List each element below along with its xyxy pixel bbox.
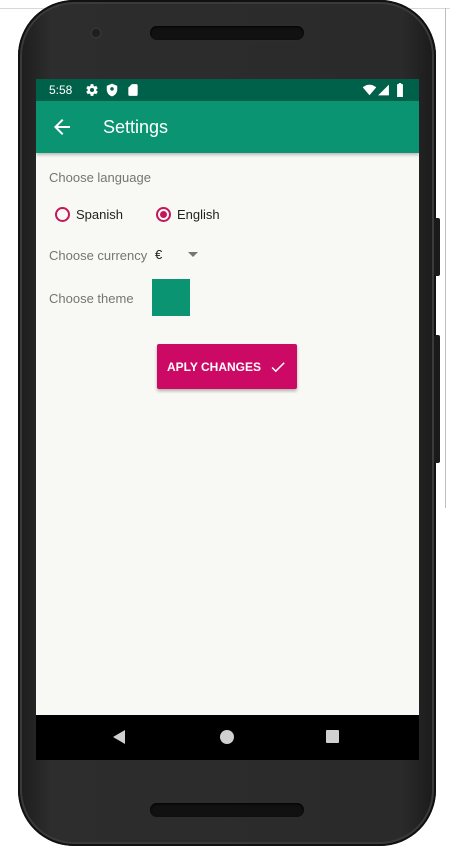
back-triangle-icon[interactable] [113, 730, 125, 744]
battery-icon [397, 83, 403, 97]
status-bar: 5:58 [36, 79, 419, 101]
top-speaker-grille [150, 26, 304, 40]
status-time: 5:58 [49, 83, 73, 97]
recents-square-icon[interactable] [326, 730, 339, 743]
apply-changes-label: APLY CHANGES [166, 359, 262, 374]
apply-changes-button[interactable]: APLY CHANGES [157, 344, 297, 389]
cell-signal-icon [378, 84, 389, 96]
bottom-speaker-grille [150, 803, 304, 817]
app-bar: Settings [36, 101, 419, 153]
device-screen: 5:58 Settings Choose language Spanish En… [36, 79, 419, 760]
radio-label-spanish: Spanish [76, 206, 123, 222]
front-camera [90, 27, 102, 39]
radio-button-unchecked[interactable] [55, 206, 70, 222]
page-title: Settings [103, 117, 169, 137]
volume-button[interactable] [434, 218, 440, 276]
arrow-back-icon[interactable] [50, 115, 74, 139]
radio-button-checked[interactable] [156, 206, 171, 222]
power-button[interactable] [434, 335, 440, 463]
radio-label-english: English [177, 206, 220, 222]
sd-card-icon [128, 84, 138, 96]
shield-icon [106, 83, 118, 97]
check-icon [271, 361, 285, 372]
theme-label: Choose theme [49, 291, 134, 306]
currency-value: € [155, 247, 163, 262]
radio-english[interactable]: English [156, 204, 220, 224]
radio-spanish[interactable]: Spanish [55, 204, 123, 224]
currency-dropdown[interactable]: € [155, 245, 203, 265]
navigation-bar [36, 715, 419, 760]
dropdown-arrow-icon [188, 252, 198, 257]
home-circle-icon[interactable] [220, 730, 234, 744]
settings-gear-icon [86, 84, 98, 96]
currency-label: Choose currency [49, 248, 148, 263]
backdrop-divider-vertical [445, 8, 446, 508]
language-label: Choose language [49, 170, 151, 185]
theme-color-swatch[interactable] [152, 279, 190, 316]
wifi-icon [362, 84, 377, 96]
